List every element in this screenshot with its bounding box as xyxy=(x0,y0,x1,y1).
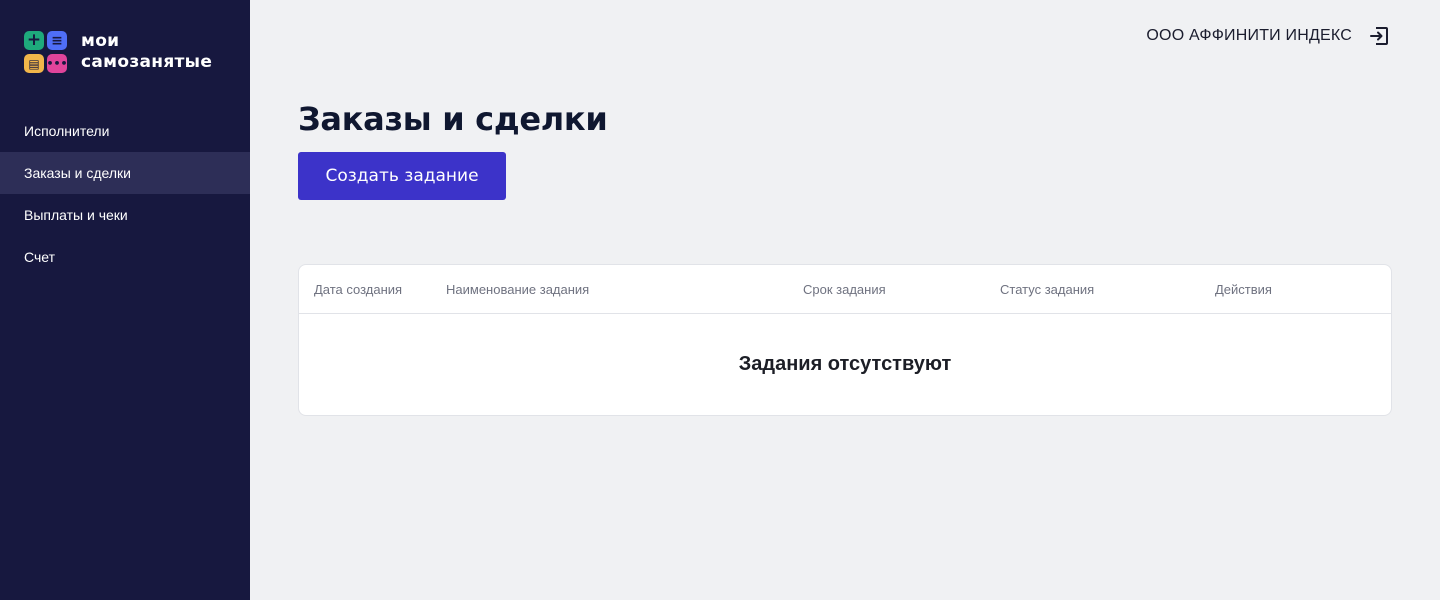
logout-icon[interactable] xyxy=(1368,24,1390,48)
table-header: Дата создания Наименование задания Срок … xyxy=(299,265,1391,314)
brand-logo[interactable]: + ≡ ▤ ••• мои самозанятые xyxy=(24,30,212,73)
sidebar: + ≡ ▤ ••• мои самозанятые Исполнители За… xyxy=(0,0,250,600)
chat-icon: ••• xyxy=(46,54,68,73)
create-task-button[interactable]: Создать задание xyxy=(298,152,506,200)
column-task-name[interactable]: Наименование задания xyxy=(446,282,589,297)
empty-state-message: Задания отсутствуют xyxy=(738,353,952,375)
column-deadline[interactable]: Срок задания xyxy=(803,282,886,297)
column-created-date[interactable]: Дата создания xyxy=(314,282,402,297)
sidebar-item-executors[interactable]: Исполнители xyxy=(0,110,250,152)
column-status[interactable]: Статус задания xyxy=(1000,282,1094,297)
logo-line-2: самозанятые xyxy=(81,51,213,72)
page-title: Заказы и сделки xyxy=(298,100,608,138)
topbar: ООО АФФИНИТИ ИНДЕКС xyxy=(1146,24,1390,48)
document-icon: ▤ xyxy=(24,54,44,73)
logo-mark: + ≡ ▤ ••• xyxy=(24,30,69,73)
sidebar-nav: Исполнители Заказы и сделки Выплаты и че… xyxy=(0,110,250,278)
sidebar-item-orders[interactable]: Заказы и сделки xyxy=(0,152,250,194)
logo-line-1: мои xyxy=(81,30,120,51)
logo-text: мои самозанятые xyxy=(81,31,212,73)
tasks-table: Дата создания Наименование задания Срок … xyxy=(298,264,1392,416)
list-icon: ≡ xyxy=(47,31,67,50)
plus-icon: + xyxy=(24,31,44,50)
column-actions: Действия xyxy=(1215,282,1272,297)
sidebar-item-account[interactable]: Счет xyxy=(0,236,250,278)
company-name: ООО АФФИНИТИ ИНДЕКС xyxy=(1146,27,1352,44)
sidebar-item-payouts[interactable]: Выплаты и чеки xyxy=(0,194,250,236)
